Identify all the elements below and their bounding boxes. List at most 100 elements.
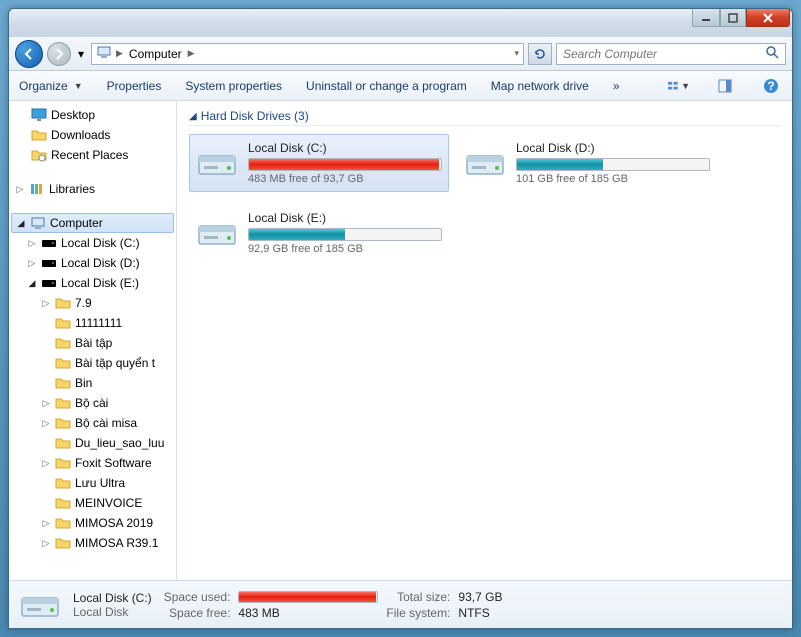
- status-label-fs: File system:: [386, 606, 450, 620]
- breadcrumb-computer[interactable]: Computer: [127, 47, 184, 61]
- expand-icon[interactable]: ▷: [27, 258, 37, 269]
- expand-icon[interactable]: ▷: [15, 184, 25, 195]
- refresh-button[interactable]: [528, 43, 552, 65]
- close-button[interactable]: [746, 9, 790, 27]
- tree-folder[interactable]: ▷MIMOSA 2019: [9, 513, 176, 533]
- toolbar: Organize▼ Properties System properties U…: [9, 71, 792, 101]
- tree-folder[interactable]: ▷Foxit Software: [9, 453, 176, 473]
- properties-button[interactable]: Properties: [107, 79, 162, 93]
- drive-item-d[interactable]: Local Disk (D:) 101 GB free of 185 GB: [457, 134, 717, 192]
- folder-icon: [55, 315, 71, 331]
- nav-tree: Desktop Downloads Recent Places ▷Librari…: [9, 101, 177, 580]
- status-title: Local Disk (C:): [73, 591, 152, 605]
- tree-downloads[interactable]: Downloads: [9, 125, 176, 145]
- status-usage-bar: [238, 591, 378, 603]
- tree-folder[interactable]: Du_lieu_sao_luu: [9, 433, 176, 453]
- tree-disk-c[interactable]: ▷Local Disk (C:): [9, 233, 176, 253]
- search-box[interactable]: [556, 43, 786, 65]
- drive-item-e[interactable]: Local Disk (E:) 92,9 GB free of 185 GB: [189, 204, 449, 262]
- drive-name: Local Disk (C:): [248, 141, 442, 155]
- drive-free-text: 101 GB free of 185 GB: [516, 173, 710, 185]
- tree-folder[interactable]: ▷7.9: [9, 293, 176, 313]
- expand-icon[interactable]: ▷: [41, 418, 51, 429]
- svg-text:?: ?: [767, 79, 774, 93]
- expand-icon[interactable]: ▷: [41, 398, 51, 409]
- back-button[interactable]: [15, 40, 43, 68]
- details-pane: Local Disk (C:) Local Disk Space used: T…: [9, 580, 792, 628]
- hdd-icon: [41, 255, 57, 271]
- tree-disk-d[interactable]: ▷Local Disk (D:): [9, 253, 176, 273]
- folder-icon: [55, 355, 71, 371]
- folder-icon: [55, 295, 71, 311]
- tree-disk-e[interactable]: ◢Local Disk (E:): [9, 273, 176, 293]
- expand-icon[interactable]: ▷: [41, 458, 51, 469]
- libraries-icon: [29, 181, 45, 197]
- explorer-window: ▾ ▶ Computer ▶ ▾ Organize▼ Properties Sy…: [8, 8, 793, 629]
- uninstall-program-button[interactable]: Uninstall or change a program: [306, 79, 467, 93]
- folder-icon: [55, 435, 71, 451]
- tree-folder[interactable]: Bài tập quyển t: [9, 353, 176, 373]
- preview-pane-button[interactable]: [714, 75, 736, 97]
- breadcrumb-arrow[interactable]: ▶: [116, 48, 123, 59]
- expand-icon[interactable]: ▷: [41, 538, 51, 549]
- status-label-total-size: Total size:: [386, 590, 450, 604]
- tree-folder[interactable]: 11111111: [9, 313, 176, 333]
- tree-folder[interactable]: Bin: [9, 373, 176, 393]
- collapse-icon: ◢: [189, 111, 197, 122]
- group-header-hdd[interactable]: ◢ Hard Disk Drives (3): [189, 109, 780, 126]
- hdd-icon: [41, 275, 57, 291]
- system-properties-button[interactable]: System properties: [185, 79, 282, 93]
- drive-usage-bar: [248, 158, 442, 171]
- search-input[interactable]: [563, 47, 765, 61]
- forward-button[interactable]: [47, 42, 71, 66]
- expand-icon[interactable]: ▷: [27, 238, 37, 249]
- search-icon: [765, 45, 779, 62]
- tree-folder[interactable]: ▷Bộ cài: [9, 393, 176, 413]
- tree-libraries[interactable]: ▷Libraries: [9, 179, 176, 199]
- collapse-icon[interactable]: ◢: [27, 278, 37, 289]
- tree-folder[interactable]: ▷MIMOSA R39.1: [9, 533, 176, 553]
- help-button[interactable]: ?: [760, 75, 782, 97]
- status-total-size: 93,7 GB: [458, 590, 502, 604]
- minimize-button[interactable]: [692, 9, 720, 27]
- hdd-icon: [464, 142, 506, 184]
- status-label-space-used: Space used:: [164, 590, 231, 604]
- drive-name: Local Disk (E:): [248, 211, 442, 225]
- hdd-icon: [196, 212, 238, 254]
- tree-desktop[interactable]: Desktop: [9, 105, 176, 125]
- tree-computer[interactable]: ◢Computer: [11, 213, 174, 233]
- hdd-icon: [41, 235, 57, 251]
- expand-icon[interactable]: ▷: [41, 298, 51, 309]
- maximize-button[interactable]: [720, 9, 746, 27]
- tree-folder[interactable]: MEINVOICE: [9, 493, 176, 513]
- tree-folder[interactable]: Lưu Ultra: [9, 473, 176, 493]
- drive-usage-bar: [516, 158, 710, 171]
- organize-menu[interactable]: Organize▼: [19, 79, 83, 93]
- status-fs: NTFS: [458, 606, 502, 620]
- address-bar[interactable]: ▶ Computer ▶ ▾: [91, 43, 524, 65]
- address-dropdown-icon[interactable]: ▾: [514, 48, 519, 59]
- drive-free-text: 483 MB free of 93,7 GB: [248, 173, 442, 185]
- desktop-icon: [31, 107, 47, 123]
- tree-folder[interactable]: Bài tập: [9, 333, 176, 353]
- view-options-button[interactable]: ▼: [668, 75, 690, 97]
- folder-icon: [55, 495, 71, 511]
- tree-recent-places[interactable]: Recent Places: [9, 145, 176, 165]
- breadcrumb-arrow[interactable]: ▶: [188, 48, 195, 59]
- folder-icon: [31, 127, 47, 143]
- drive-name: Local Disk (D:): [516, 141, 710, 155]
- expand-icon[interactable]: ▷: [41, 518, 51, 529]
- folder-icon: [55, 455, 71, 471]
- folder-icon: [55, 535, 71, 551]
- map-network-drive-button[interactable]: Map network drive: [491, 79, 589, 93]
- hdd-icon: [196, 142, 238, 184]
- toolbar-overflow[interactable]: »: [613, 79, 620, 93]
- hdd-icon: [19, 584, 61, 626]
- nav-history-dropdown[interactable]: ▾: [75, 44, 87, 64]
- folder-icon: [55, 395, 71, 411]
- tree-folder[interactable]: ▷Bộ cài misa: [9, 413, 176, 433]
- folder-icon: [55, 475, 71, 491]
- titlebar: [9, 9, 792, 37]
- collapse-icon[interactable]: ◢: [16, 218, 26, 229]
- drive-item-c[interactable]: Local Disk (C:) 483 MB free of 93,7 GB: [189, 134, 449, 192]
